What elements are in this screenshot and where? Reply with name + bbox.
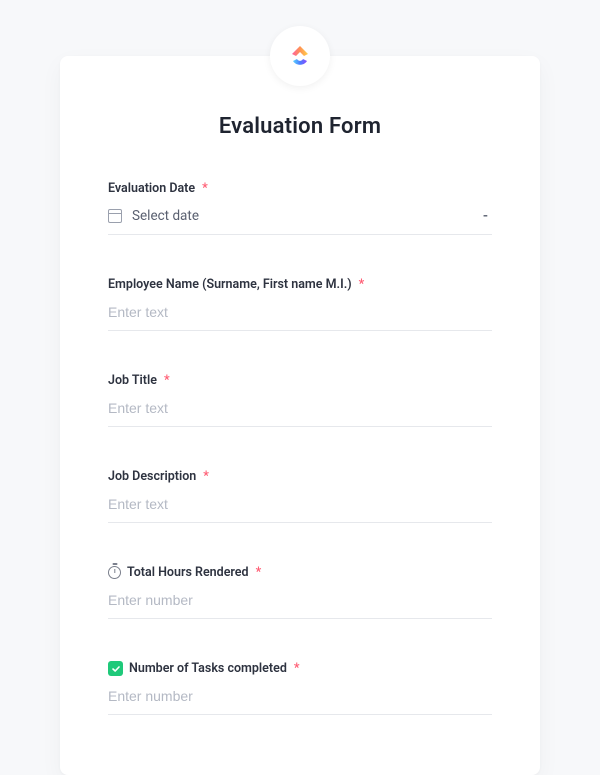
calendar-icon xyxy=(108,209,122,223)
app-logo xyxy=(270,26,330,86)
date-picker[interactable]: Select date - xyxy=(108,208,492,235)
total-hours-input[interactable] xyxy=(108,592,492,608)
label-text: Job Description xyxy=(108,469,196,484)
employee-name-input[interactable] xyxy=(108,304,492,320)
label-job-description: Job Description * xyxy=(108,469,492,484)
field-total-hours: Total Hours Rendered * xyxy=(108,565,492,619)
label-tasks-completed: Number of Tasks completed * xyxy=(108,661,492,676)
field-job-title: Job Title * xyxy=(108,373,492,427)
date-range-separator-icon: - xyxy=(483,208,492,224)
label-text: Evaluation Date xyxy=(108,181,195,196)
required-marker: * xyxy=(359,277,365,292)
date-placeholder: Select date xyxy=(132,208,473,224)
required-marker: * xyxy=(164,373,170,388)
job-description-input[interactable] xyxy=(108,496,492,512)
job-title-input[interactable] xyxy=(108,400,492,416)
field-evaluation-date: Evaluation Date * Select date - xyxy=(108,181,492,235)
label-job-title: Job Title * xyxy=(108,373,492,388)
field-employee-name: Employee Name (Surname, First name M.I.)… xyxy=(108,277,492,331)
label-text: Total Hours Rendered xyxy=(127,565,249,580)
label-text: Number of Tasks completed xyxy=(129,661,287,676)
label-text: Employee Name (Surname, First name M.I.) xyxy=(108,277,352,292)
label-employee-name: Employee Name (Surname, First name M.I.)… xyxy=(108,277,492,292)
label-text: Job Title xyxy=(108,373,157,388)
field-tasks-completed: Number of Tasks completed * xyxy=(108,661,492,715)
form-card: Evaluation Form Evaluation Date* Select … xyxy=(60,56,540,775)
stopwatch-icon xyxy=(108,566,121,579)
checkbox-icon xyxy=(108,661,123,676)
clickup-logo-icon xyxy=(286,42,314,70)
required-marker: * xyxy=(294,661,300,676)
required-marker: * xyxy=(256,565,262,580)
field-job-description: Job Description * xyxy=(108,469,492,523)
label-total-hours: Total Hours Rendered * xyxy=(108,565,492,580)
label-evaluation-date: Evaluation Date * xyxy=(108,181,492,196)
required-marker: * xyxy=(202,181,208,196)
required-marker: * xyxy=(203,469,209,484)
tasks-completed-input[interactable] xyxy=(108,688,492,704)
